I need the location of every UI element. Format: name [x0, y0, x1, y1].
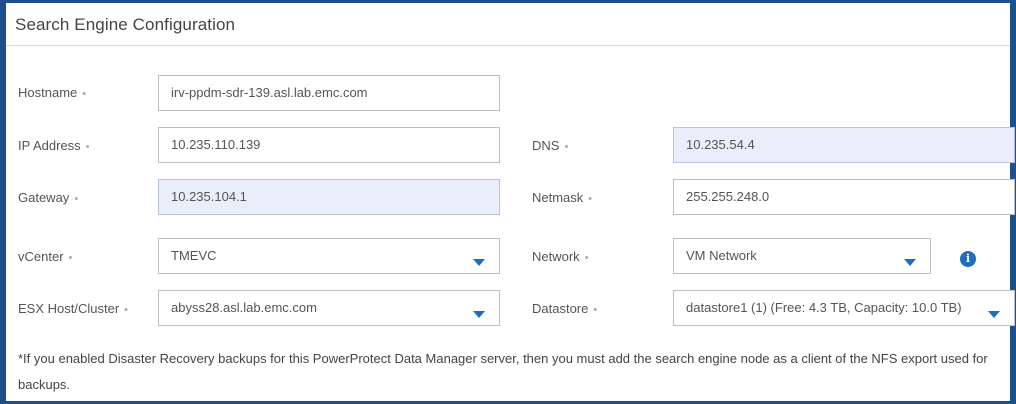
dns-field[interactable]: 10.235.54.4 [673, 127, 1015, 163]
datastore-label: Datastore • [532, 301, 597, 316]
panel-title: Search Engine Configuration [15, 15, 236, 34]
dns-label-text: DNS [532, 138, 560, 153]
vcenter-select[interactable]: TMEVC [158, 238, 500, 274]
esx-host-label: ESX Host/Cluster • [18, 301, 128, 316]
netmask-label: Netmask • [532, 190, 592, 205]
required-marker: • [124, 304, 129, 316]
required-marker: • [85, 141, 90, 153]
vcenter-label-text: vCenter [18, 249, 64, 264]
chevron-down-icon[interactable] [988, 311, 1000, 318]
dns-label: DNS • [532, 138, 568, 153]
netmask-label-text: Netmask [532, 190, 584, 205]
ip-address-label: IP Address • [18, 138, 90, 153]
required-marker: • [68, 252, 73, 264]
hostname-label: Hostname • [18, 85, 86, 100]
esx-host-select-value: abyss28.asl.lab.emc.com [171, 300, 317, 315]
required-marker: • [564, 141, 569, 153]
datastore-label-text: Datastore [532, 301, 589, 316]
esx-host-select[interactable]: abyss28.asl.lab.emc.com [158, 290, 500, 326]
required-marker: • [593, 304, 598, 316]
vcenter-select-value: TMEVC [171, 248, 217, 263]
required-marker: • [584, 252, 589, 264]
hostname-label-text: Hostname [18, 85, 78, 100]
datastore-select-value: datastore1 (1) (Free: 4.3 TB, Capacity: … [686, 300, 962, 315]
chevron-down-icon[interactable] [473, 311, 485, 318]
chevron-down-icon[interactable] [904, 259, 916, 266]
ip-address-label-text: IP Address [18, 138, 81, 153]
required-marker: • [588, 193, 593, 205]
network-label-text: Network [532, 249, 580, 264]
vcenter-label: vCenter • [18, 249, 72, 264]
title-divider [6, 45, 1010, 46]
datastore-select[interactable]: datastore1 (1) (Free: 4.3 TB, Capacity: … [673, 290, 1015, 326]
ip-address-field[interactable]: 10.235.110.139 [158, 127, 500, 163]
required-marker: • [74, 193, 79, 205]
disaster-recovery-footnote: *If you enabled Disaster Recovery backup… [18, 351, 988, 392]
network-select-value: VM Network [686, 248, 757, 263]
netmask-field[interactable]: 255.255.248.0 [673, 179, 1015, 215]
required-marker: • [82, 88, 87, 100]
hostname-field[interactable]: irv-ppdm-sdr-139.asl.lab.emc.com [158, 75, 500, 111]
esx-host-label-text: ESX Host/Cluster [18, 301, 120, 316]
info-icon[interactable]: i [960, 251, 976, 267]
gateway-field[interactable]: 10.235.104.1 [158, 179, 500, 215]
network-select[interactable]: VM Network [673, 238, 931, 274]
gateway-label: Gateway • [18, 190, 78, 205]
network-label: Network • [532, 249, 589, 264]
chevron-down-icon[interactable] [473, 259, 485, 266]
gateway-label-text: Gateway [18, 190, 70, 205]
